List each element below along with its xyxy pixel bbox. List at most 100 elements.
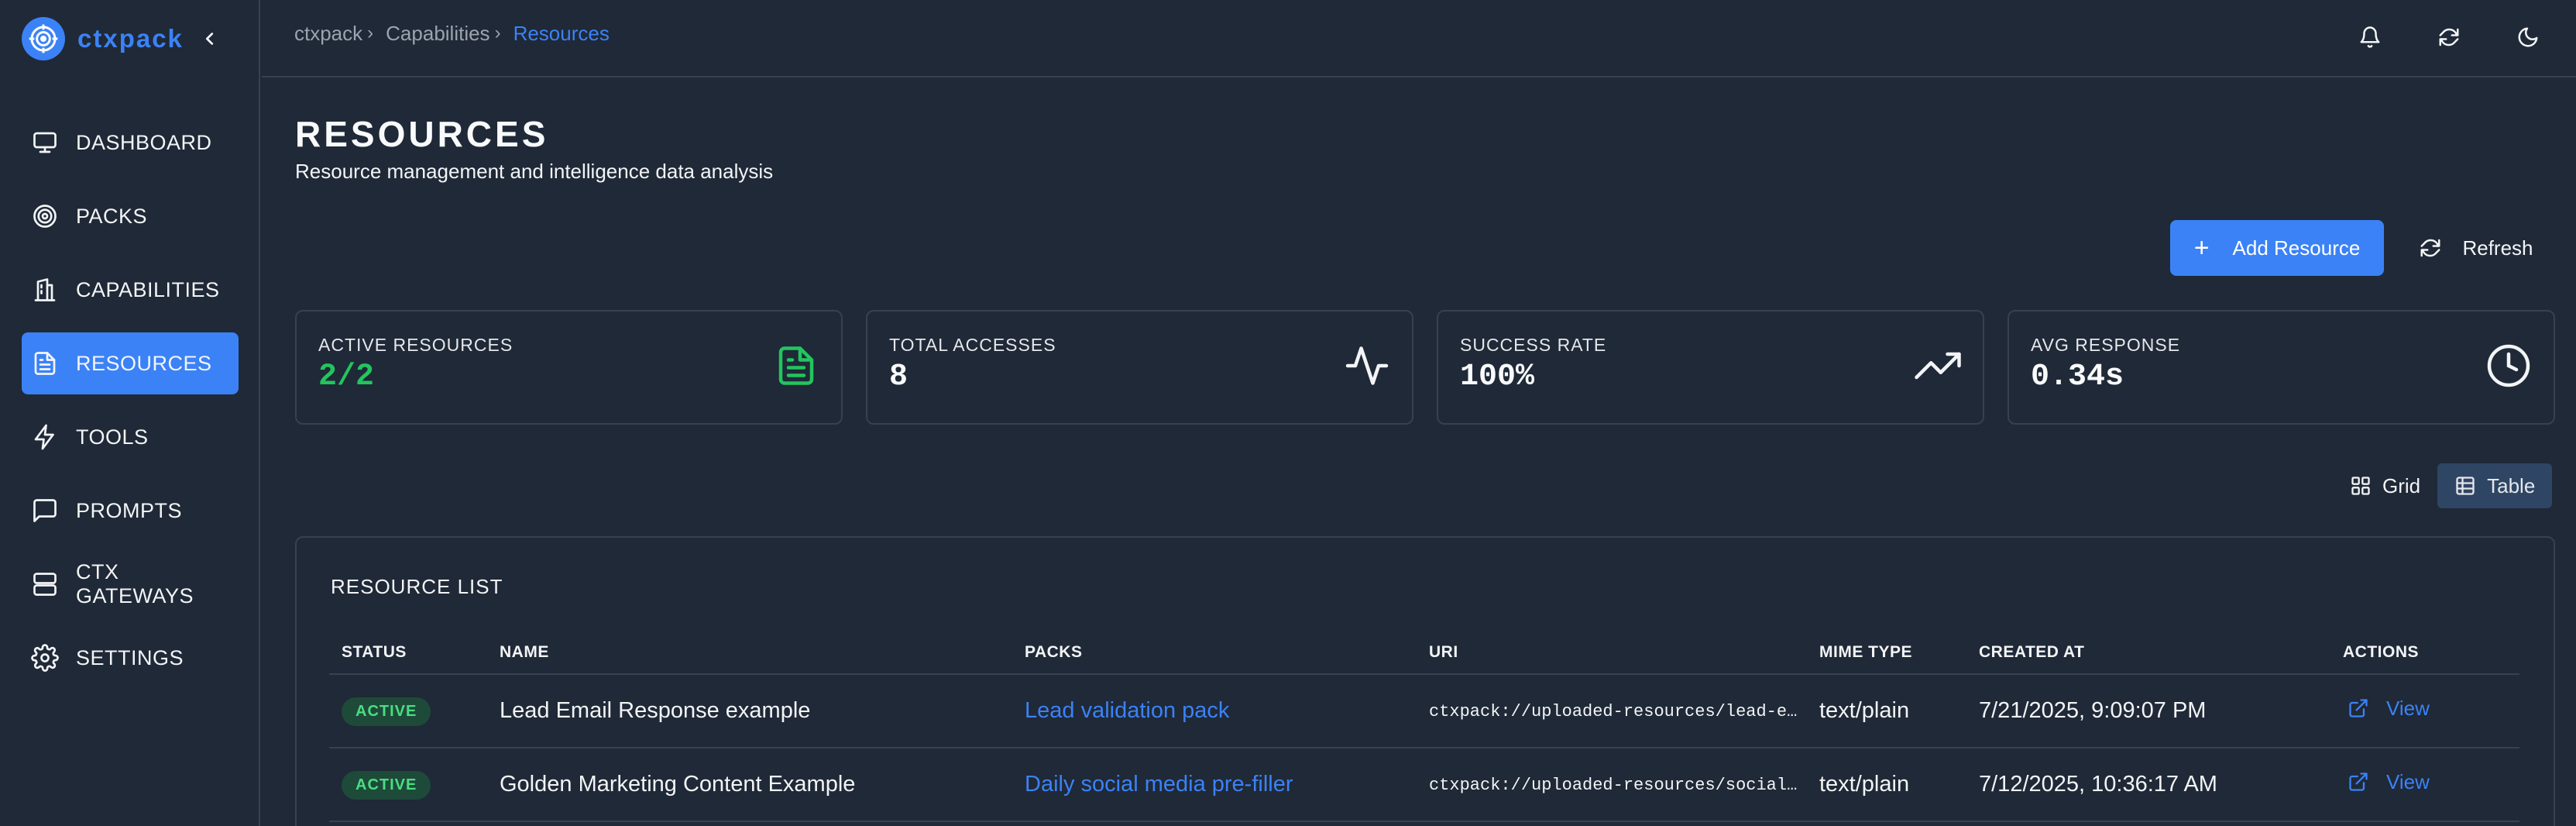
resource-uri: ctxpack://uploaded-resources/social… (1429, 775, 1798, 795)
stat-card-avg-response: AVG RESPONSE 0.34s (2008, 310, 2555, 425)
sidebar-item-label: PACKS (76, 204, 148, 228)
table-icon (2456, 477, 2475, 495)
column-header-created-at[interactable]: CREATED AT (1966, 631, 2330, 675)
brand[interactable]: ctxpack (22, 17, 184, 60)
sidebar-item-dashboard[interactable]: DASHBOARD (22, 112, 239, 174)
theme-toggle-button[interactable] (2508, 17, 2548, 57)
sync-button[interactable] (2429, 17, 2469, 57)
column-header-mime-type[interactable]: MIME TYPE (1807, 631, 1966, 675)
collapse-sidebar-button[interactable] (198, 25, 222, 53)
sidebar-item-ctx-gateways[interactable]: CTX GATEWAYS (22, 553, 239, 615)
mime-type: text/plain (1807, 674, 1966, 749)
view-label: View (2386, 696, 2430, 720)
view-button[interactable]: View (2348, 697, 2430, 721)
sidebar-item-tools[interactable]: TOOLS (22, 406, 239, 468)
stat-card-success-rate: SUCCESS RATE 100% (1437, 310, 1984, 425)
pack-link[interactable]: Lead validation pack (1025, 698, 1229, 723)
table-header-row: STATUS NAME PACKS URI MIME TYPE CREATED … (329, 631, 2519, 675)
activity-icon (1345, 346, 1389, 385)
target-icon (33, 205, 57, 228)
sidebar-item-label: SETTINGS (76, 645, 184, 669)
column-header-packs[interactable]: PACKS (1012, 631, 1417, 675)
trending-up-icon (1915, 352, 1961, 380)
resource-uri: ctxpack://uploaded-resources/lead-e… (1429, 701, 1798, 721)
created-at: 7/21/2025, 9:09:07 PM (1966, 674, 2330, 749)
grid-view-label: Grid (2382, 473, 2421, 497)
message-icon (33, 499, 57, 522)
view-button[interactable]: View (2348, 770, 2430, 794)
brand-name: ctxpack (77, 24, 184, 53)
add-resource-button[interactable]: + Add Resource (2170, 220, 2384, 276)
table-view-label: Table (2487, 473, 2536, 497)
sidebar-item-label: PROMPTS (76, 498, 183, 522)
grid-view-button[interactable]: Grid (2333, 463, 2437, 508)
view-label: View (2386, 769, 2430, 793)
stat-card-active-resources: ACTIVE RESOURCES 2/2 (295, 310, 843, 425)
server-icon (33, 573, 57, 596)
add-resource-label: Add Resource (2232, 236, 2361, 260)
refresh-button[interactable]: Refresh (2410, 220, 2542, 276)
column-header-actions: ACTIONS (2330, 631, 2519, 675)
breadcrumb-item-ctxpack[interactable]: ctxpack (294, 22, 362, 46)
page-title: RESOURCES (295, 114, 549, 154)
bell-icon (2360, 26, 2380, 48)
resource-list-card: RESOURCE LIST STATUS NAME PACKS URI MIME… (295, 536, 2555, 826)
building-icon (34, 278, 56, 301)
chevron-right-icon: › (367, 22, 374, 43)
view-toggle: Grid Table (2333, 463, 2553, 508)
refresh-label: Refresh (2462, 236, 2533, 260)
sidebar-item-resources[interactable]: RESOURCES (22, 332, 239, 394)
sidebar-item-packs[interactable]: PACKS (22, 185, 239, 247)
pack-link[interactable]: Daily social media pre-filler (1025, 772, 1293, 797)
stat-value: 2/2 (318, 360, 375, 394)
refresh-icon (2420, 239, 2440, 257)
plus-icon: + (2193, 233, 2210, 263)
file-text-icon (778, 346, 814, 385)
status-badge: ACTIVE (342, 770, 431, 800)
stat-card-total-accesses: TOTAL ACCESSES 8 (866, 310, 1413, 425)
file-text-icon (34, 352, 56, 375)
status-badge: ACTIVE (342, 697, 431, 726)
sidebar-item-label: CAPABILITIES (76, 277, 220, 301)
gear-icon (31, 644, 59, 672)
stat-label: TOTAL ACCESSES (889, 335, 1056, 355)
sidebar-item-label: CTX GATEWAYS (76, 560, 194, 607)
created-at: 7/12/2025, 10:36:17 AM (1966, 748, 2330, 822)
sidebar-item-capabilities[interactable]: CAPABILITIES (22, 259, 239, 321)
column-header-status[interactable]: STATUS (329, 631, 487, 675)
stat-value: 8 (889, 360, 908, 394)
sidebar-item-prompts[interactable]: PROMPTS (22, 480, 239, 542)
sidebar-item-settings[interactable]: SETTINGS (22, 627, 239, 689)
breadcrumb-item-capabilities[interactable]: Capabilities (386, 22, 489, 46)
sidebar-item-label: TOOLS (76, 425, 149, 449)
resource-list-title: RESOURCE LIST (331, 575, 503, 598)
stat-label: AVG RESPONSE (2031, 335, 2181, 355)
breadcrumb: ctxpack › Capabilities › Resources (294, 22, 610, 45)
ctxpack-logo-icon (22, 17, 65, 60)
refresh-icon (2439, 28, 2459, 46)
stat-label: SUCCESS RATE (1460, 335, 1607, 355)
stats-row: ACTIVE RESOURCES 2/2 TOTAL ACCESSES 8 SU… (295, 310, 2555, 425)
table-row[interactable]: ACTIVE Lead Email Response example Lead … (329, 674, 2519, 749)
monitor-icon (33, 132, 57, 153)
chevron-left-icon (205, 33, 214, 45)
top-actions (2311, 17, 2548, 57)
topbar: ctxpack › Capabilities › Resources (262, 0, 2576, 77)
table-row[interactable]: ACTIVE Golden Marketing Content Example … (329, 748, 2519, 822)
column-header-uri[interactable]: URI (1417, 631, 1807, 675)
notifications-button[interactable] (2350, 17, 2390, 57)
column-header-name[interactable]: NAME (487, 631, 1012, 675)
resource-table: STATUS NAME PACKS URI MIME TYPE CREATED … (329, 631, 2519, 822)
table-view-button[interactable]: Table (2437, 463, 2553, 508)
grid-icon (2351, 477, 2370, 495)
sidebar-nav: DASHBOARD PACKS CAPABILITIES RESOURCES T… (22, 112, 239, 700)
stat-value: 100% (1460, 360, 1535, 394)
resource-name: Lead Email Response example (487, 674, 1012, 749)
chevron-right-icon: › (494, 22, 501, 43)
external-link-icon (2349, 699, 2368, 718)
resource-name: Golden Marketing Content Example (487, 748, 1012, 822)
breadcrumb-current: Resources (513, 21, 610, 45)
sidebar-item-label: DASHBOARD (76, 130, 212, 154)
zap-icon (34, 424, 54, 450)
external-link-icon (2349, 773, 2368, 791)
